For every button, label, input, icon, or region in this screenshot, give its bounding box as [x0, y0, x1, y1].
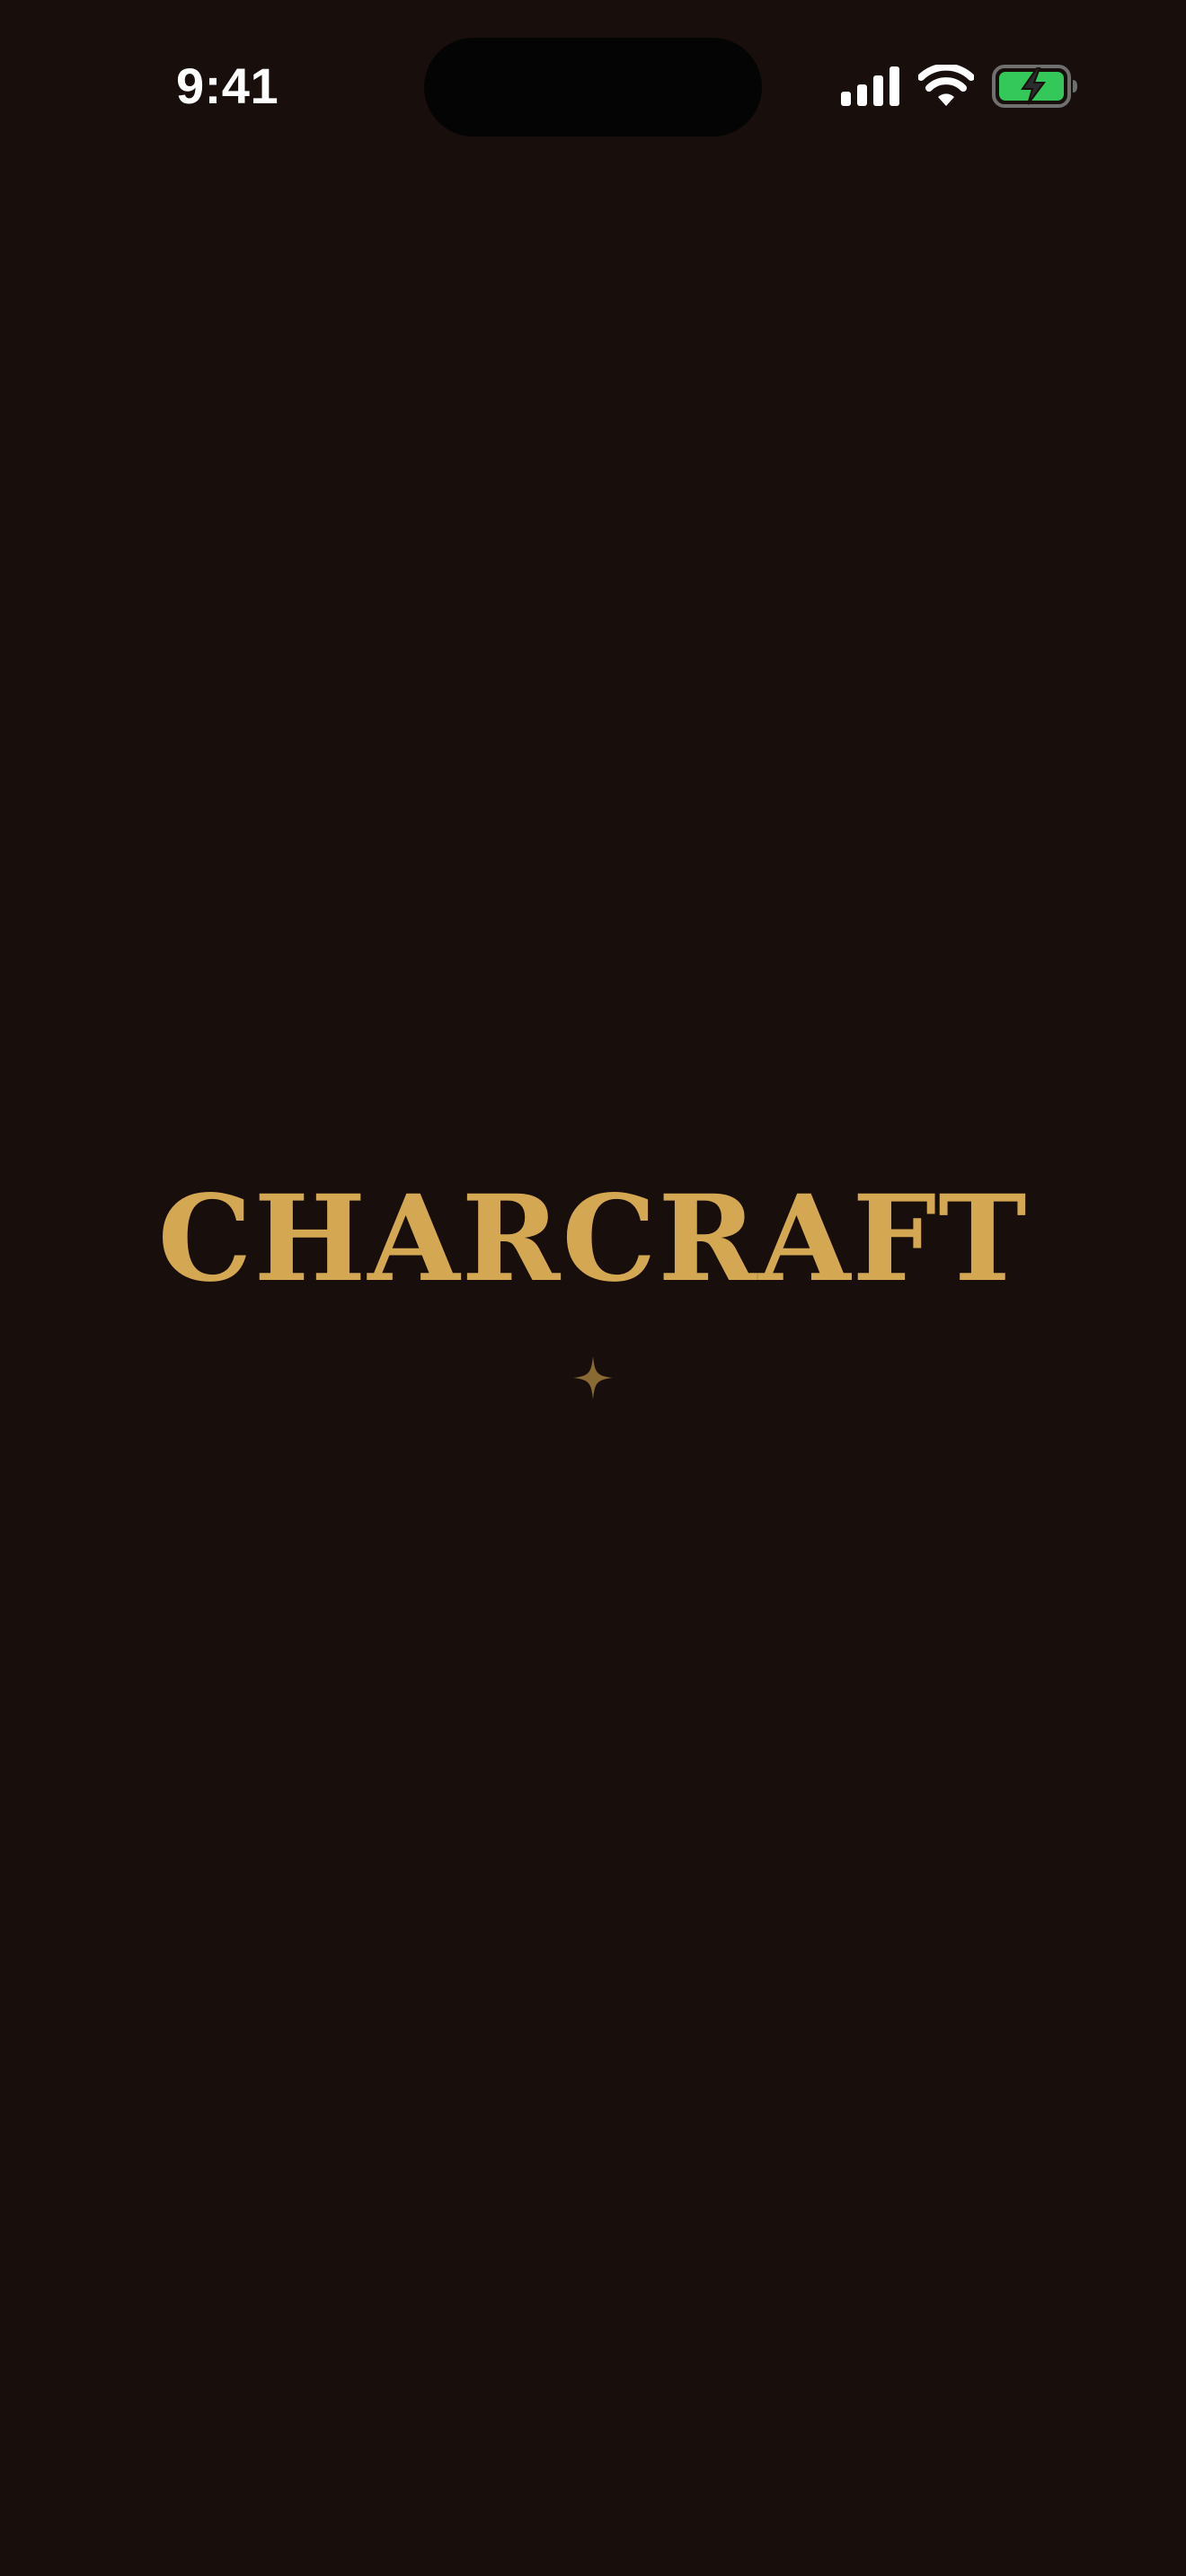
battery-charging-icon [992, 65, 1077, 108]
splash-screen: 9:41 CHARCRAFT [0, 0, 1186, 2576]
dynamic-island [424, 38, 762, 137]
wifi-icon [918, 65, 974, 106]
app-wordmark: CHARCRAFT [157, 1169, 1029, 1309]
sparkle-icon [573, 1356, 613, 1399]
status-time: 9:41 [176, 57, 279, 114]
cellular-signal-icon [841, 66, 899, 106]
